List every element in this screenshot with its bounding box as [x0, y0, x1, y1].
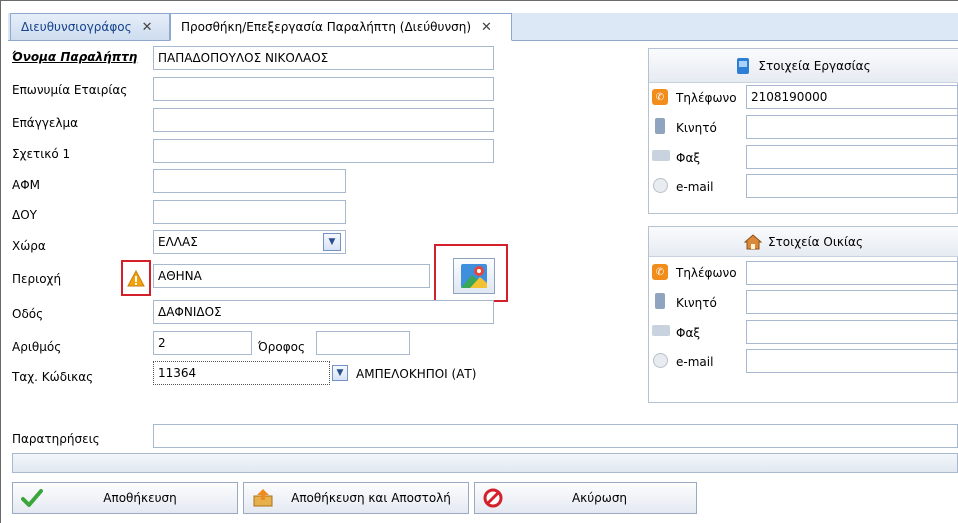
country-label: Χώρα: [12, 239, 46, 253]
map-icon: [461, 264, 487, 288]
related-label: Σχετικό 1: [12, 147, 71, 161]
email-icon: [653, 178, 668, 193]
doy-input[interactable]: [153, 200, 346, 224]
home-phone-label: Τηλέφωνο: [676, 266, 737, 280]
zip-select[interactable]: 11364: [153, 361, 330, 385]
tab-label: Προσθήκη/Επεξεργασία Παραλήπτη (Διεύθυνσ…: [181, 20, 472, 34]
fax-icon: [652, 150, 670, 161]
region-label: Περιοχή: [12, 272, 62, 286]
close-icon[interactable]: ✕: [481, 20, 492, 35]
work-fax-label: Φαξ: [676, 151, 701, 165]
work-email-input[interactable]: [746, 174, 958, 198]
profession-input[interactable]: [153, 108, 494, 132]
save-button-label: Αποθήκευση: [103, 491, 177, 505]
work-phone-label: Τηλέφωνο: [676, 91, 737, 105]
mobile-icon: [655, 118, 665, 134]
afm-input[interactable]: [153, 169, 346, 193]
notes-input[interactable]: [153, 424, 958, 448]
home-mobile-input[interactable]: [746, 290, 958, 314]
floor-label: Όροφος: [258, 340, 306, 354]
tab-edit-recipient[interactable]: Προσθήκη/Επεξεργασία Παραλήπτη (Διεύθυνσ…: [170, 13, 512, 41]
fax-icon: [652, 325, 670, 336]
company-input[interactable]: [153, 77, 494, 101]
close-icon[interactable]: ✕: [142, 20, 153, 35]
cancel-icon: [483, 488, 503, 508]
home-panel-title: Στοιχεία Οικίας: [767, 234, 863, 249]
zip-label: Ταχ. Κώδικας: [12, 370, 94, 384]
phone-icon: ✆: [652, 264, 668, 280]
work-fax-input[interactable]: [746, 145, 958, 169]
cancel-button[interactable]: Ακύρωση: [474, 482, 697, 514]
street-label: Οδός: [12, 307, 44, 321]
phone-icon: ✆: [652, 89, 668, 105]
street-input[interactable]: ΔΑΦΝΙΔΟΣ: [153, 300, 494, 324]
save-and-send-button-label: Αποθήκευση και Αποστολή: [291, 491, 451, 505]
home-email-input[interactable]: [746, 349, 958, 373]
home-panel-header: Στοιχεία Οικίας: [649, 227, 958, 257]
map-button[interactable]: [453, 258, 495, 294]
company-label: Επωνυμία Εταιρίας: [12, 83, 128, 97]
country-value: ΕΛΛΑΣ: [158, 235, 198, 249]
recipient-name-label: Όνομα Παραλήπτη: [12, 50, 138, 64]
work-panel-title: Στοιχεία Εργασίας: [758, 58, 871, 73]
phone-booth-icon: [737, 57, 750, 74]
afm-label: ΑΦΜ: [12, 178, 41, 192]
mobile-icon: [655, 293, 665, 309]
floor-input[interactable]: [316, 331, 410, 355]
profession-label: Επάγγελμα: [12, 116, 79, 130]
work-email-label: e-mail: [676, 180, 714, 194]
work-mobile-label: Κινητό: [676, 121, 717, 135]
region-input[interactable]: ΑΘΗΝΑ: [153, 264, 430, 288]
number-label: Αριθμός: [12, 340, 62, 354]
number-input[interactable]: 2: [153, 331, 252, 355]
work-phone-input[interactable]: 2108190000: [746, 85, 958, 109]
house-icon: [743, 233, 762, 249]
related-input[interactable]: [153, 139, 494, 163]
country-select[interactable]: ΕΛΛΑΣ ▼: [153, 230, 346, 254]
home-email-label: e-mail: [676, 355, 714, 369]
home-fax-label: Φαξ: [676, 326, 701, 340]
recipient-name-input[interactable]: ΠΑΠΑΔΟΠΟΥΛΟΣ ΝΙΚΟΛΑΟΣ: [153, 46, 494, 70]
checkmark-icon: [21, 489, 43, 507]
tab-label: Διευθυνσιογράφος: [21, 20, 132, 34]
chevron-down-icon[interactable]: ▼: [332, 365, 348, 381]
warning-icon: [127, 269, 145, 286]
save-and-send-button[interactable]: Αποθήκευση και Αποστολή: [243, 482, 469, 514]
home-mobile-label: Κινητό: [676, 296, 717, 310]
warning-highlight: [121, 260, 151, 296]
work-mobile-input[interactable]: [746, 115, 958, 139]
work-panel-header: Στοιχεία Εργασίας: [649, 49, 958, 83]
cancel-button-label: Ακύρωση: [571, 491, 628, 505]
home-fax-input[interactable]: [746, 320, 958, 344]
send-icon: [253, 489, 273, 507]
chevron-down-icon[interactable]: ▼: [323, 233, 341, 251]
progress-bar: [12, 453, 958, 473]
save-button[interactable]: Αποθήκευση: [12, 482, 238, 514]
tab-address-book[interactable]: Διευθυνσιογράφος ✕: [10, 13, 170, 41]
home-phone-input[interactable]: [746, 261, 958, 285]
zip-area-text: ΑΜΠΕΛΟΚΗΠΟΙ (ΑΤ): [356, 367, 477, 381]
email-icon: [653, 353, 668, 368]
notes-label: Παρατηρήσεις: [12, 432, 100, 446]
doy-label: ΔΟΥ: [12, 208, 37, 222]
